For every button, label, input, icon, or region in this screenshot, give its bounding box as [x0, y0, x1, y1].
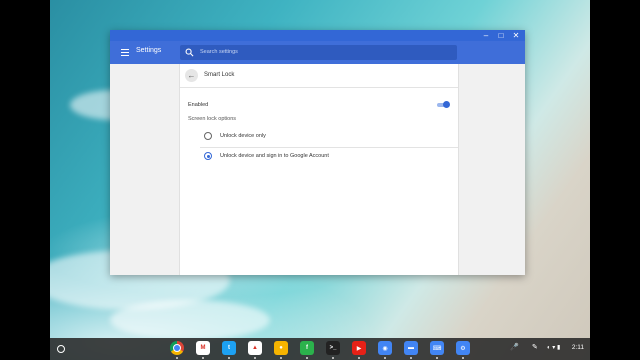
launcher-button[interactable] [57, 345, 65, 353]
window-titlebar[interactable]: ‒ □ ✕ [110, 30, 525, 41]
running-indicator [306, 357, 308, 359]
twitter-icon[interactable]: t [222, 341, 236, 355]
running-indicator [462, 357, 464, 359]
running-indicator [332, 357, 334, 359]
camera-icon[interactable]: ◉ [378, 341, 392, 355]
settings-window: ‒ □ ✕ Settings Search settings ← Smart L… [110, 30, 525, 275]
running-indicator [436, 357, 438, 359]
crosh-terminal-icon[interactable]: >_ [326, 341, 340, 355]
divider [180, 87, 458, 88]
search-placeholder: Search settings [200, 49, 238, 55]
status-tray-icons[interactable]: ◐ ▾ ▮ [547, 344, 560, 351]
enabled-label: Enabled [188, 102, 209, 108]
feedly-icon[interactable]: f [300, 341, 314, 355]
wallpaper-foam [110, 300, 270, 340]
running-indicator [254, 357, 256, 359]
settings-content: ← Smart Lock Enabled Screen lock options… [110, 64, 525, 275]
running-indicator [280, 357, 282, 359]
divider [200, 147, 458, 148]
search-input[interactable]: Search settings [180, 45, 457, 60]
microphone-icon[interactable]: 🎤 [510, 343, 519, 351]
smart-lock-card: ← Smart Lock Enabled Screen lock options… [179, 64, 459, 275]
clock[interactable]: 2:11 [572, 344, 584, 351]
google-drive-icon[interactable]: ▲ [248, 341, 262, 355]
radio-unlock-and-sign-in[interactable] [204, 152, 212, 160]
desktop: ‒ □ ✕ Settings Search settings ← Smart L… [50, 0, 590, 360]
section-label: Screen lock options [188, 116, 236, 122]
option-label[interactable]: Unlock device and sign in to Google Acco… [220, 153, 329, 159]
running-indicator [228, 357, 230, 359]
chrome-icon[interactable] [170, 341, 184, 355]
search-icon [185, 48, 194, 57]
gmail-icon[interactable]: M [196, 341, 210, 355]
page-title: Smart Lock [204, 72, 235, 78]
shelf: Mt ▲ ● f >_ ▶ ◉ ▬ ⌨ ⚙ 🎤 ✎ ◐ ▾ ▮ 2:11 [50, 338, 590, 360]
running-indicator [384, 357, 386, 359]
back-arrow-icon[interactable]: ← [185, 69, 198, 82]
settings-header: Settings Search settings [110, 41, 525, 64]
radio-unlock-device-only[interactable] [204, 132, 212, 140]
menu-icon[interactable] [121, 49, 129, 56]
minimize-button[interactable]: ‒ [479, 30, 493, 41]
settings-icon[interactable]: ⚙ [456, 341, 470, 355]
option-label[interactable]: Unlock device only [220, 133, 266, 139]
running-indicator [176, 357, 178, 359]
maximize-button[interactable]: □ [494, 30, 508, 41]
google-keep-icon[interactable]: ● [274, 341, 288, 355]
running-indicator [202, 357, 204, 359]
youtube-icon[interactable]: ▶ [352, 341, 366, 355]
running-indicator [410, 357, 412, 359]
keyboard-icon[interactable]: ⌨ [430, 341, 444, 355]
app-title: Settings [136, 47, 162, 54]
enabled-toggle[interactable] [437, 101, 450, 108]
files-icon[interactable]: ▬ [404, 341, 418, 355]
stylus-icon[interactable]: ✎ [532, 343, 538, 351]
close-button[interactable]: ✕ [509, 30, 523, 41]
running-indicator [358, 357, 360, 359]
